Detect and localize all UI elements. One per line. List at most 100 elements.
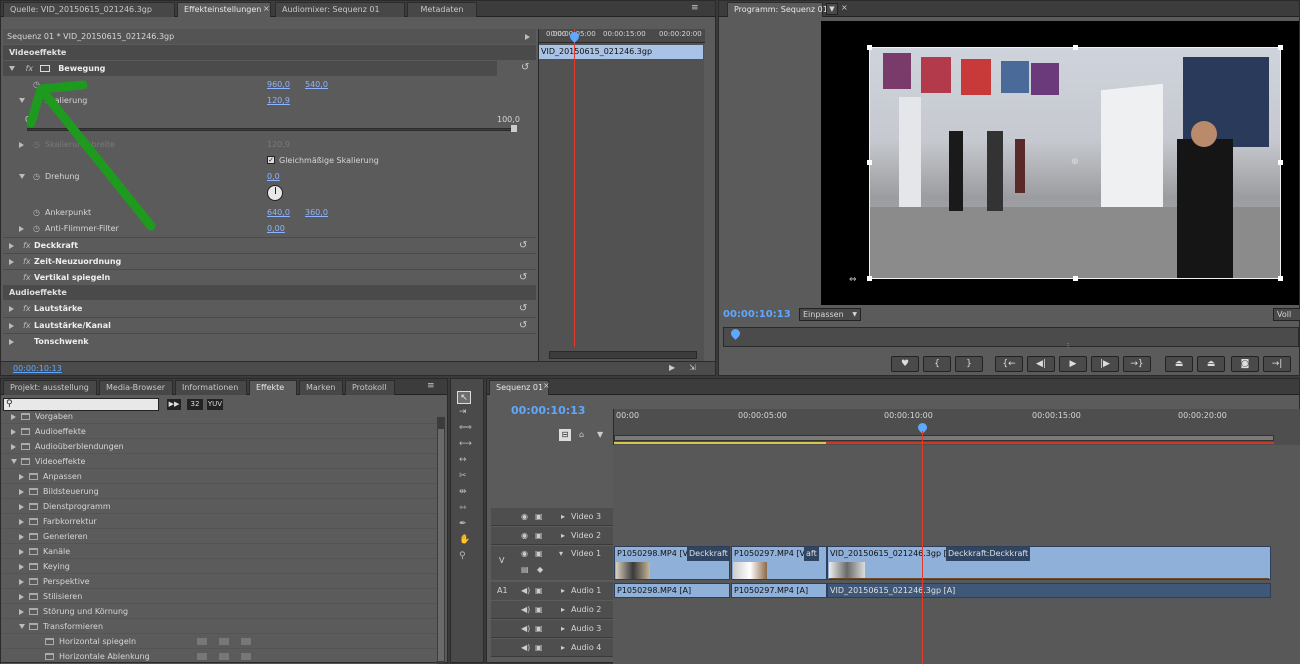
effects-tree-item[interactable]: Kanäle bbox=[1, 544, 437, 559]
antiflicker-value[interactable]: 0,00 bbox=[267, 221, 285, 236]
accelerated-icon[interactable]: ▶▶ bbox=[167, 399, 181, 410]
expand-arrow-icon[interactable] bbox=[9, 323, 14, 329]
effects-search-input[interactable]: ⚲ bbox=[3, 398, 159, 411]
audio-clip-2[interactable]: P1050297.MP4 [A] bbox=[731, 583, 827, 598]
track-expand-arrow[interactable]: ▾ bbox=[559, 549, 563, 558]
transform-handle[interactable] bbox=[1278, 45, 1283, 50]
collapse-arrow-icon[interactable] bbox=[525, 34, 530, 40]
link-toggle-icon[interactable]: ⌂ bbox=[579, 430, 584, 439]
tab-effects[interactable]: Effekte bbox=[249, 380, 297, 395]
export-frame-button[interactable]: ◙ bbox=[1231, 356, 1259, 372]
scale-slider-handle[interactable] bbox=[511, 125, 517, 132]
expand-arrow-icon[interactable] bbox=[19, 489, 24, 495]
anchor-y-value[interactable]: 360,0 bbox=[305, 205, 328, 220]
track-collapse-arrow[interactable]: ▸ bbox=[561, 601, 565, 619]
quality-dropdown[interactable]: Voll bbox=[1273, 308, 1300, 321]
eye-icon[interactable]: ◉ bbox=[521, 549, 528, 558]
lock-icon[interactable]: ▣ bbox=[535, 620, 543, 638]
tab-project[interactable]: Projekt: ausstellung bbox=[3, 380, 97, 395]
transform-handle[interactable] bbox=[1278, 160, 1283, 165]
lock-icon[interactable]: ▣ bbox=[535, 549, 543, 558]
effects-tree-item[interactable]: Störung und Körnung bbox=[1, 604, 437, 619]
close-icon[interactable]: × bbox=[543, 381, 550, 390]
expand-arrow-icon[interactable] bbox=[9, 339, 14, 345]
lock-icon[interactable]: ▣ bbox=[535, 508, 543, 526]
mini-scrollbar[interactable] bbox=[549, 351, 697, 359]
reset-opacity-icon[interactable]: ↺ bbox=[519, 238, 527, 253]
fit-dropdown[interactable]: Einpassen ▼ bbox=[799, 308, 861, 321]
effect-volume[interactable]: fx Lautstärke ↺ bbox=[3, 301, 536, 316]
tool-slip-icon[interactable]: ⇹ bbox=[459, 487, 467, 497]
effect-timecode[interactable]: 00:00:10:13 bbox=[13, 364, 62, 373]
expand-arrow-icon[interactable] bbox=[9, 66, 15, 71]
program-scrubber[interactable] bbox=[723, 327, 1299, 347]
extract-button[interactable]: ⏏ bbox=[1197, 356, 1225, 372]
effects-tree-item[interactable]: Videoeffekte bbox=[1, 454, 437, 469]
reset-flip-icon[interactable]: ↺ bbox=[519, 270, 527, 285]
transform-handle[interactable] bbox=[867, 160, 872, 165]
effects-scrollbar[interactable] bbox=[437, 417, 445, 663]
speaker-icon[interactable]: ◀) bbox=[521, 601, 530, 619]
video-clip-1[interactable]: P1050298.MP4 [V] Deckkraft bbox=[614, 546, 730, 580]
play-audio-icon[interactable]: ▶ bbox=[669, 363, 675, 372]
32bit-icon[interactable]: 32 bbox=[187, 399, 203, 410]
effects-tree-item[interactable]: Keying bbox=[1, 559, 437, 574]
tool-selection-icon[interactable]: ↖ bbox=[457, 391, 471, 404]
tab-source[interactable]: Quelle: VID_20150615_021246.3gp bbox=[3, 2, 175, 17]
track-collapse-arrow[interactable]: ▸ bbox=[561, 582, 565, 600]
effect-panner[interactable]: Tonschwenk bbox=[3, 333, 536, 348]
effects-tree-item[interactable]: Perspektive bbox=[1, 574, 437, 589]
effects-tree-item[interactable]: Stilisieren bbox=[1, 589, 437, 604]
audio-clip-3[interactable]: VID_20150615_021246.3gp [A] bbox=[827, 583, 1271, 598]
effects-tree-item[interactable]: Farbkorrektur bbox=[1, 514, 437, 529]
tool-slide-icon[interactable]: ⇿ bbox=[459, 503, 467, 513]
eye-icon[interactable]: ◉ bbox=[521, 508, 528, 526]
source-track-v[interactable]: V bbox=[499, 556, 504, 565]
expand-arrow-icon[interactable] bbox=[19, 594, 24, 600]
rotation-dial[interactable] bbox=[267, 185, 283, 201]
speaker-icon[interactable]: ◀) bbox=[521, 620, 530, 638]
expand-arrow-icon[interactable] bbox=[19, 534, 24, 540]
effects-tree-item[interactable]: Horizontale Ablenkung bbox=[1, 649, 437, 664]
tab-audio-mixer[interactable]: Audiomixer: Sequenz 01 bbox=[275, 2, 405, 17]
effects-tree-item[interactable]: Transformieren bbox=[1, 619, 437, 634]
panel-menu-icon[interactable]: ≡ bbox=[427, 381, 435, 391]
go-to-out-button[interactable]: →} bbox=[1123, 356, 1151, 372]
rotation-value[interactable]: 0,0 bbox=[267, 169, 280, 184]
expand-arrow-icon[interactable] bbox=[11, 444, 16, 450]
tab-metadata[interactable]: Metadaten bbox=[407, 2, 477, 17]
expand-arrow-icon[interactable] bbox=[19, 519, 24, 525]
reset-volume-icon[interactable]: ↺ bbox=[519, 301, 527, 316]
effects-tree-item[interactable]: Audioeffekte bbox=[1, 424, 437, 439]
expand-arrow-icon[interactable] bbox=[11, 459, 17, 464]
tool-pen-icon[interactable]: ✒ bbox=[459, 519, 467, 529]
dropdown-arrow-icon[interactable]: ▼ bbox=[826, 3, 838, 15]
tab-media-browser[interactable]: Media-Browser bbox=[99, 380, 173, 395]
add-marker-button[interactable]: ♥ bbox=[891, 356, 919, 372]
effect-opacity[interactable]: fx Deckkraft ↺ bbox=[3, 237, 536, 252]
speaker-icon[interactable]: ◀) bbox=[521, 639, 530, 657]
expand-arrow-icon[interactable] bbox=[9, 306, 14, 312]
expand-arrow-icon[interactable] bbox=[11, 429, 16, 435]
mini-ruler[interactable]: 00:00 00:00:05:00 00:00:15:00 00:00:20:0… bbox=[539, 29, 705, 43]
track-collapse-arrow[interactable]: ▸ bbox=[561, 620, 565, 638]
video-clip-3[interactable]: VID_20150615_021246.3gp [V] Deckkraft:De… bbox=[827, 546, 1271, 580]
audio-clip-1[interactable]: P1050298.MP4 [A] bbox=[614, 583, 730, 598]
effects-tree-item[interactable]: Bildsteuerung bbox=[1, 484, 437, 499]
timeline-playhead[interactable] bbox=[922, 431, 923, 664]
tool-zoom-icon[interactable]: ⚲ bbox=[459, 551, 466, 561]
snap-icon[interactable]: ⊟ bbox=[559, 429, 571, 441]
expand-arrow-icon[interactable] bbox=[19, 549, 24, 555]
lock-icon[interactable]: ▣ bbox=[535, 601, 543, 619]
scrubber-handle[interactable]: ⁝ bbox=[1067, 342, 1069, 350]
tool-rolling-edit-icon[interactable]: ⟷ bbox=[459, 439, 472, 449]
uniform-scale-checkbox[interactable]: ✓ bbox=[267, 156, 275, 164]
mini-clip-bar[interactable]: VID_20150615_021246.3gp bbox=[539, 45, 703, 59]
anchor-point-icon[interactable]: ⊕ bbox=[1071, 157, 1079, 167]
effect-time-remap[interactable]: fx Zeit-Neuzuordnung bbox=[3, 253, 536, 268]
panel-menu-icon[interactable]: ≡ bbox=[691, 3, 699, 13]
eye-icon[interactable]: ◉ bbox=[521, 527, 528, 545]
more-button[interactable]: →| bbox=[1263, 356, 1291, 372]
track-collapse-arrow[interactable]: ▸ bbox=[561, 527, 565, 545]
anchor-x-value[interactable]: 640,0 bbox=[267, 205, 290, 220]
